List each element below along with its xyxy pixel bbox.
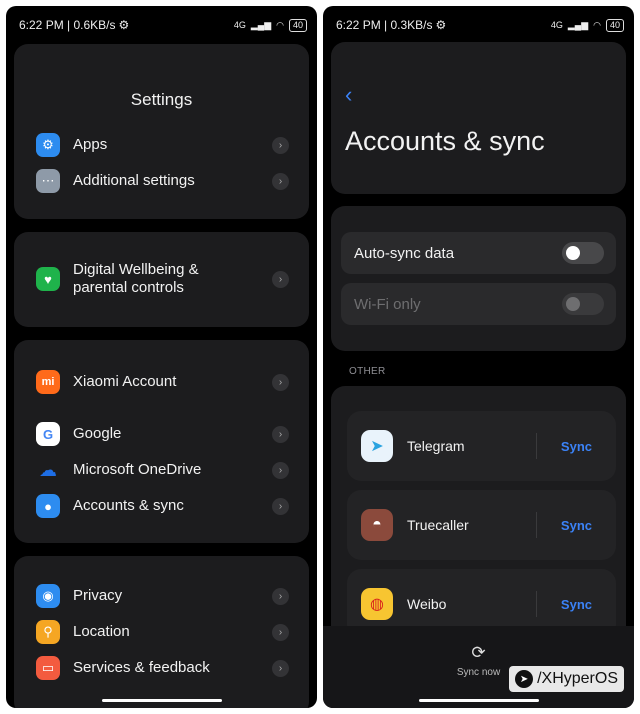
android-icon: ◓ [361, 509, 393, 541]
pin-icon: ⚲ [36, 620, 60, 644]
sync-toggles-card: Auto-sync data Wi-Fi only [331, 206, 626, 351]
settings-card-privacy: ◉ Privacy › ⚲ Location › ▭ Services & fe… [14, 556, 309, 708]
sync-button[interactable]: Sync [561, 439, 592, 454]
telegram-icon: ➤ [361, 430, 393, 462]
mi-logo-icon: mi [36, 370, 60, 394]
settings-card-wellbeing: ♥ Digital Wellbeing & parental controls … [14, 232, 309, 327]
heart-icon: ♥ [36, 267, 60, 291]
status-bar: 6:22 PM | 0.6KB/s ⚙ 4G ▂▄▆ ◠ 40 [19, 15, 307, 35]
chevron-right-icon: › [272, 659, 289, 677]
settings-item-accounts-sync[interactable]: ● Accounts & sync › [36, 494, 289, 518]
wifi-only-switch [562, 293, 604, 315]
wifi-icon: ◠ [593, 19, 601, 30]
home-indicator[interactable] [418, 699, 539, 702]
chevron-right-icon: › [272, 172, 289, 190]
person-icon: ● [36, 494, 60, 518]
network-type: 4G [233, 20, 246, 30]
settings-item-google[interactable]: G Google › [36, 422, 289, 446]
settings-item-additional[interactable]: ⋯ Additional settings › [36, 169, 289, 193]
battery-level: 40 [605, 18, 624, 32]
gear-icon: ⚙ [435, 18, 447, 32]
auto-sync-switch[interactable] [562, 242, 604, 264]
telegram-icon: ➤ [515, 670, 534, 688]
cloud-icon: ☁ [39, 459, 57, 480]
eye-icon: ◉ [36, 584, 60, 608]
sync-button[interactable]: Sync [561, 597, 592, 612]
signal-icon: ▂▄▆ [250, 19, 272, 30]
accounts-sync-screen: 6:22 PM | 0.3KB/s ⚙ 4G ▂▄▆ ◠ 40 ‹ Account… [323, 6, 634, 708]
refresh-icon: ⟳ [471, 643, 486, 662]
settings-item-onedrive[interactable]: ☁ Microsoft OneDrive › [36, 458, 289, 482]
weibo-icon: ◍ [361, 588, 393, 620]
section-header-other: OTHER [349, 366, 386, 377]
dots-icon: ⋯ [36, 169, 60, 193]
wifi-icon: ◠ [276, 19, 284, 30]
google-logo-icon: G [36, 422, 60, 446]
chevron-right-icon: › [272, 425, 289, 443]
watermark: ➤ /XHyperOS [509, 666, 624, 692]
settings-card-accounts: mi Xiaomi Account › G Google › ☁ Microso… [14, 340, 309, 543]
page-title: Accounts & sync [345, 126, 545, 156]
chevron-right-icon: › [272, 136, 289, 154]
battery-level: 40 [288, 18, 307, 32]
wifi-only-row: Wi-Fi only [341, 283, 616, 325]
auto-sync-row[interactable]: Auto-sync data [341, 232, 616, 274]
status-bar: 6:22 PM | 0.3KB/s ⚙ 4G ▂▄▆ ◠ 40 [336, 15, 624, 35]
chevron-right-icon: › [272, 497, 289, 515]
signal-icon: ▂▄▆ [567, 19, 589, 30]
settings-item-xiaomi-account[interactable]: mi Xiaomi Account › [36, 370, 289, 394]
header-card: ‹ Accounts & sync [331, 42, 626, 194]
settings-item-privacy[interactable]: ◉ Privacy › [36, 584, 289, 608]
sync-button[interactable]: Sync [561, 518, 592, 533]
back-arrow-icon[interactable]: ‹ [345, 82, 352, 108]
chevron-right-icon: › [272, 270, 289, 288]
settings-item-wellbeing[interactable]: ♥ Digital Wellbeing & parental controls … [36, 261, 289, 297]
chevron-right-icon: › [272, 587, 289, 605]
home-indicator[interactable] [101, 699, 222, 702]
settings-item-location[interactable]: ⚲ Location › [36, 620, 289, 644]
status-time: 6:22 PM | 0.6KB/s [19, 18, 116, 32]
chevron-right-icon: › [272, 461, 289, 479]
chat-icon: ▭ [36, 656, 60, 680]
gear-icon: ⚙ [118, 18, 130, 32]
settings-screen: 6:22 PM | 0.6KB/s ⚙ 4G ▂▄▆ ◠ 40 Settings … [6, 6, 317, 708]
account-row-truecaller[interactable]: ◓ Truecaller Sync [347, 490, 616, 560]
settings-item-apps[interactable]: ⚙ Apps › [36, 133, 289, 157]
status-time: 6:22 PM | 0.3KB/s [336, 18, 433, 32]
chevron-right-icon: › [272, 373, 289, 391]
settings-item-services-feedback[interactable]: ▭ Services & feedback › [36, 656, 289, 680]
settings-card-general: Settings ⚙ Apps › ⋯ Additional settings … [14, 44, 309, 219]
gear-icon: ⚙ [36, 133, 60, 157]
account-row-telegram[interactable]: ➤ Telegram Sync [347, 411, 616, 481]
page-title: Settings [130, 90, 193, 109]
chevron-right-icon: › [272, 623, 289, 641]
network-type: 4G [550, 20, 563, 30]
